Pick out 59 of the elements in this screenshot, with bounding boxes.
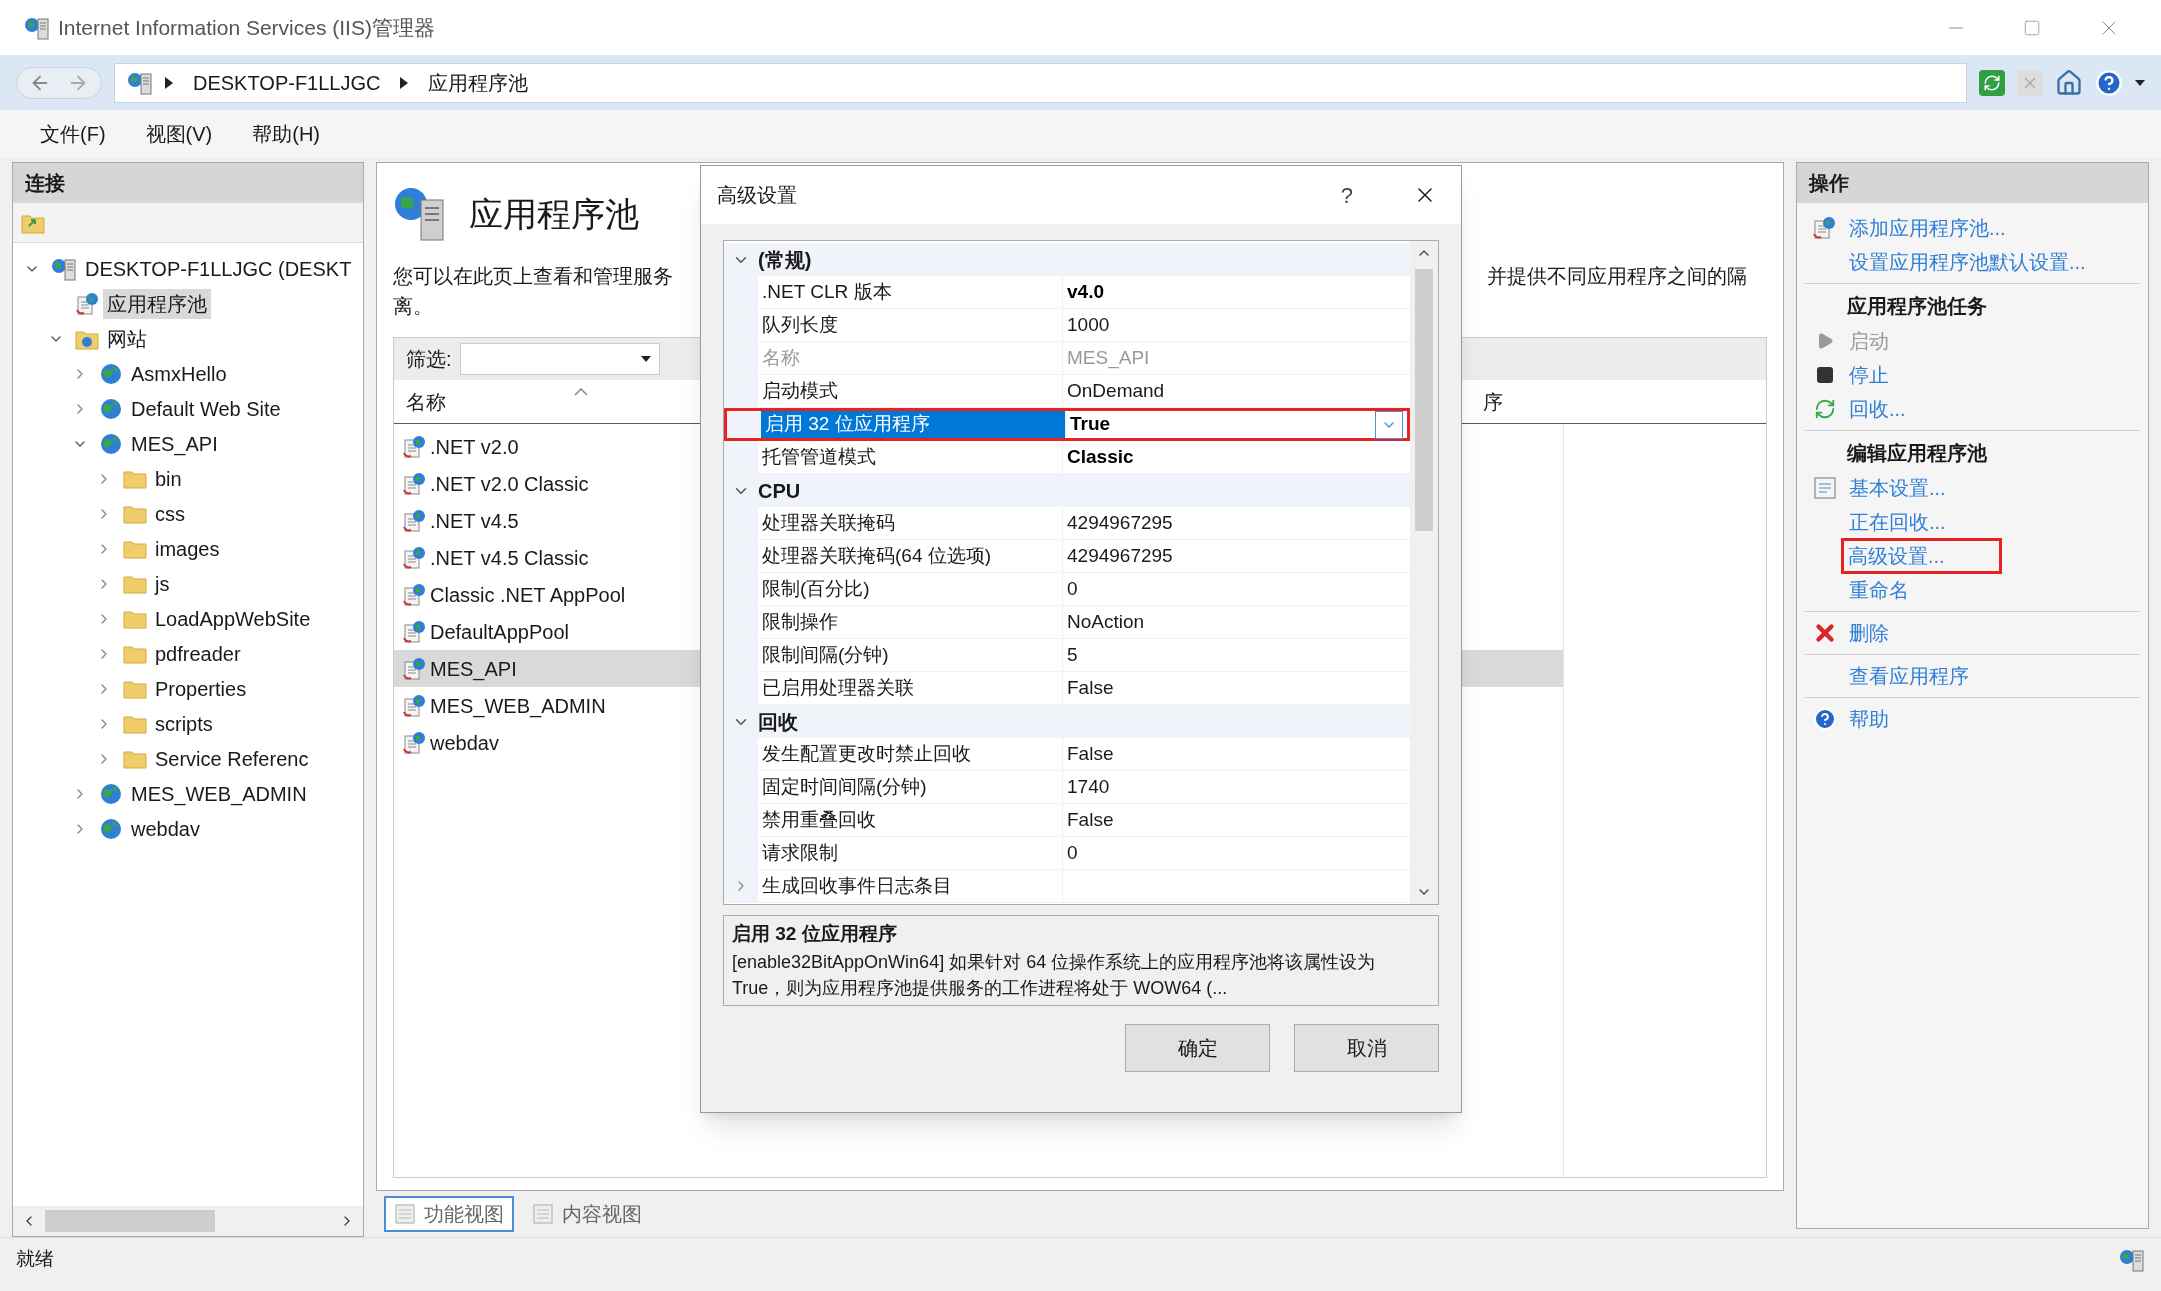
property-value: 0 [1067,576,1078,601]
property-name: 启用 32 位应用程序 [761,411,1066,438]
property-value: 5 [1067,642,1078,667]
property-value: 1740 [1067,774,1110,799]
property-name: 限制操作 [758,606,1063,638]
property-name: 处理器关联掩码 [758,507,1063,539]
pool-name: .NET v4.5 Classic [430,545,589,571]
pool-name: DefaultAppPool [430,619,569,645]
property-name: 限制(百分比) [758,573,1063,605]
property-name: 名称 [758,342,1063,374]
property-value: False [1067,807,1114,832]
description-text: 并提供不同应用程序之间的隔 [1487,264,1747,289]
property-value: v4.0 [1067,279,1104,304]
panel-header: 操作 [1797,163,2148,203]
property-name: 请求限制 [758,837,1063,869]
property-name: 处理器关联掩码(64 位选项) [758,540,1063,572]
property-value: Classic [1067,444,1134,469]
pool-name: .NET v4.5 [430,508,519,534]
property-value: True [1070,412,1111,437]
dialog-title: 高级设置 [717,183,797,208]
property-name: 已启用处理器关联 [758,672,1063,704]
property-name: 固定时间间隔(分钟) [758,771,1063,803]
property-value: NoAction [1067,609,1145,634]
property-value: 0 [1067,840,1078,865]
property-value: 1000 [1067,312,1110,337]
pool-name: webdav [430,730,499,756]
description-text: 您可以在此页上查看和管理服务 [393,264,673,289]
property-name: .NET CLR 版本 [758,276,1063,308]
property-value: MES_API [1067,345,1150,371]
group-heading: 应用程序池任务 [1846,294,1988,319]
pool-name: MES_API [430,656,517,683]
property-name: 禁用重叠回收 [758,804,1063,836]
pool-name: MES_WEB_ADMIN [430,693,606,720]
description-text: [enable32BitAppOnWin64] 如果针对 64 位操作系统上的应用程序池将该属性设为 True，则为应用程序池提供服务的工作进程将处于 WOW64 (... [732,950,1377,1000]
filter-label: 筛选: [406,347,452,372]
property-name: 启动模式 [758,375,1063,407]
property-value: False [1067,741,1114,766]
property-name: 托管管道模式 [758,441,1063,473]
description-text: 离。 [393,294,433,319]
panel-header: 连接 [13,163,363,203]
description-title: 启用 32 位应用程序 [732,922,898,946]
category-label: CPU [758,478,801,504]
property-value: 4294967295 [1067,543,1173,568]
pool-name: Classic .NET AppPool [430,582,626,608]
property-name: 发生配置更改时禁止回收 [758,738,1063,770]
pool-name: .NET v2.0 Classic [430,471,589,497]
pool-name: .NET v2.0 [430,434,519,460]
property-name: 限制间隔(分钟) [758,639,1063,671]
page-title: 应用程序池 [469,193,639,235]
property-name: 生成回收事件日志条目 [758,870,1063,902]
category-label: 回收 [758,709,798,735]
category-label: (常规) [758,247,812,273]
group-heading: 编辑应用程序池 [1846,441,1988,466]
property-name: 队列长度 [758,309,1063,341]
status-text: 就绪 [16,1247,54,1272]
property-value: False [1067,675,1114,700]
window-title: Internet Information Services (IIS)管理器 [58,14,435,41]
property-value: 4294967295 [1067,510,1173,535]
property-value: OnDemand [1067,378,1165,403]
